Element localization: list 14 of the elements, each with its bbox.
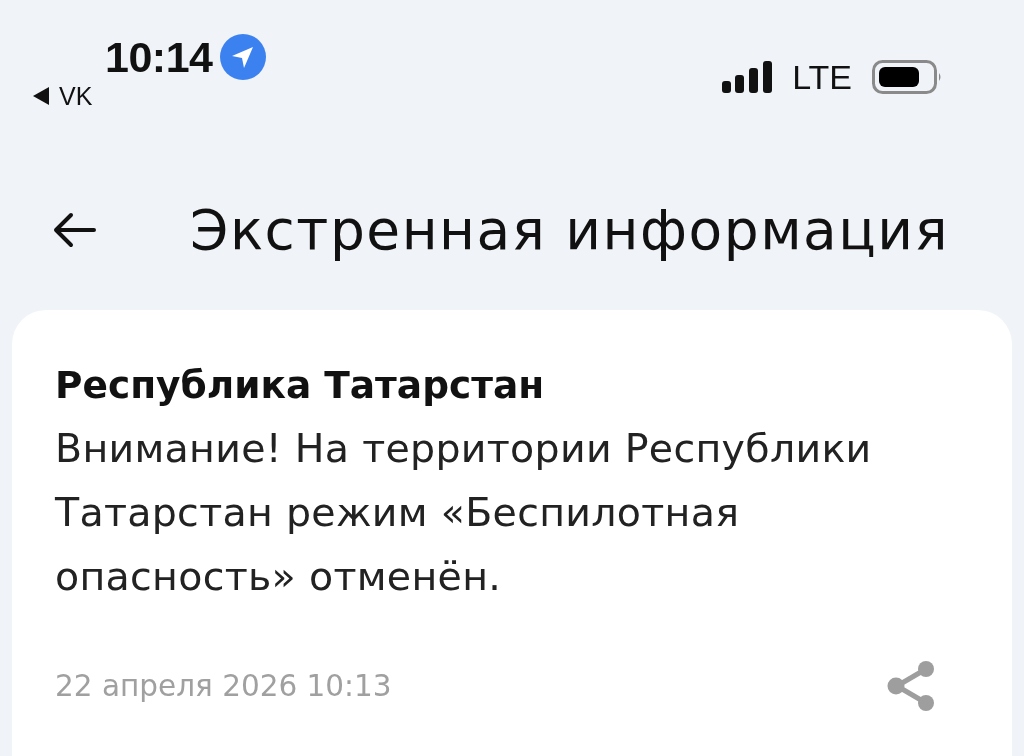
signal-bars-icon: [722, 61, 773, 93]
network-type: LTE: [792, 60, 852, 94]
left-arrow-icon: [52, 212, 96, 248]
back-button[interactable]: [52, 212, 96, 248]
page-title: Экстренная информация: [190, 198, 950, 262]
alert-region: Республика Татарстан: [55, 362, 546, 409]
clock-time: 10:14: [105, 34, 213, 80]
alert-message: Внимание! На территории Республики Татарстан режим «Беспилотная опасность» отменён.: [55, 424, 873, 601]
back-to-app-link[interactable]: VK: [33, 84, 93, 108]
alert-date: 22 апреля 2026 10:13: [55, 668, 392, 705]
share-button[interactable]: [887, 660, 935, 712]
battery-icon: [872, 60, 942, 94]
triangle-left-icon: [33, 87, 49, 105]
share-icon: [887, 660, 935, 712]
